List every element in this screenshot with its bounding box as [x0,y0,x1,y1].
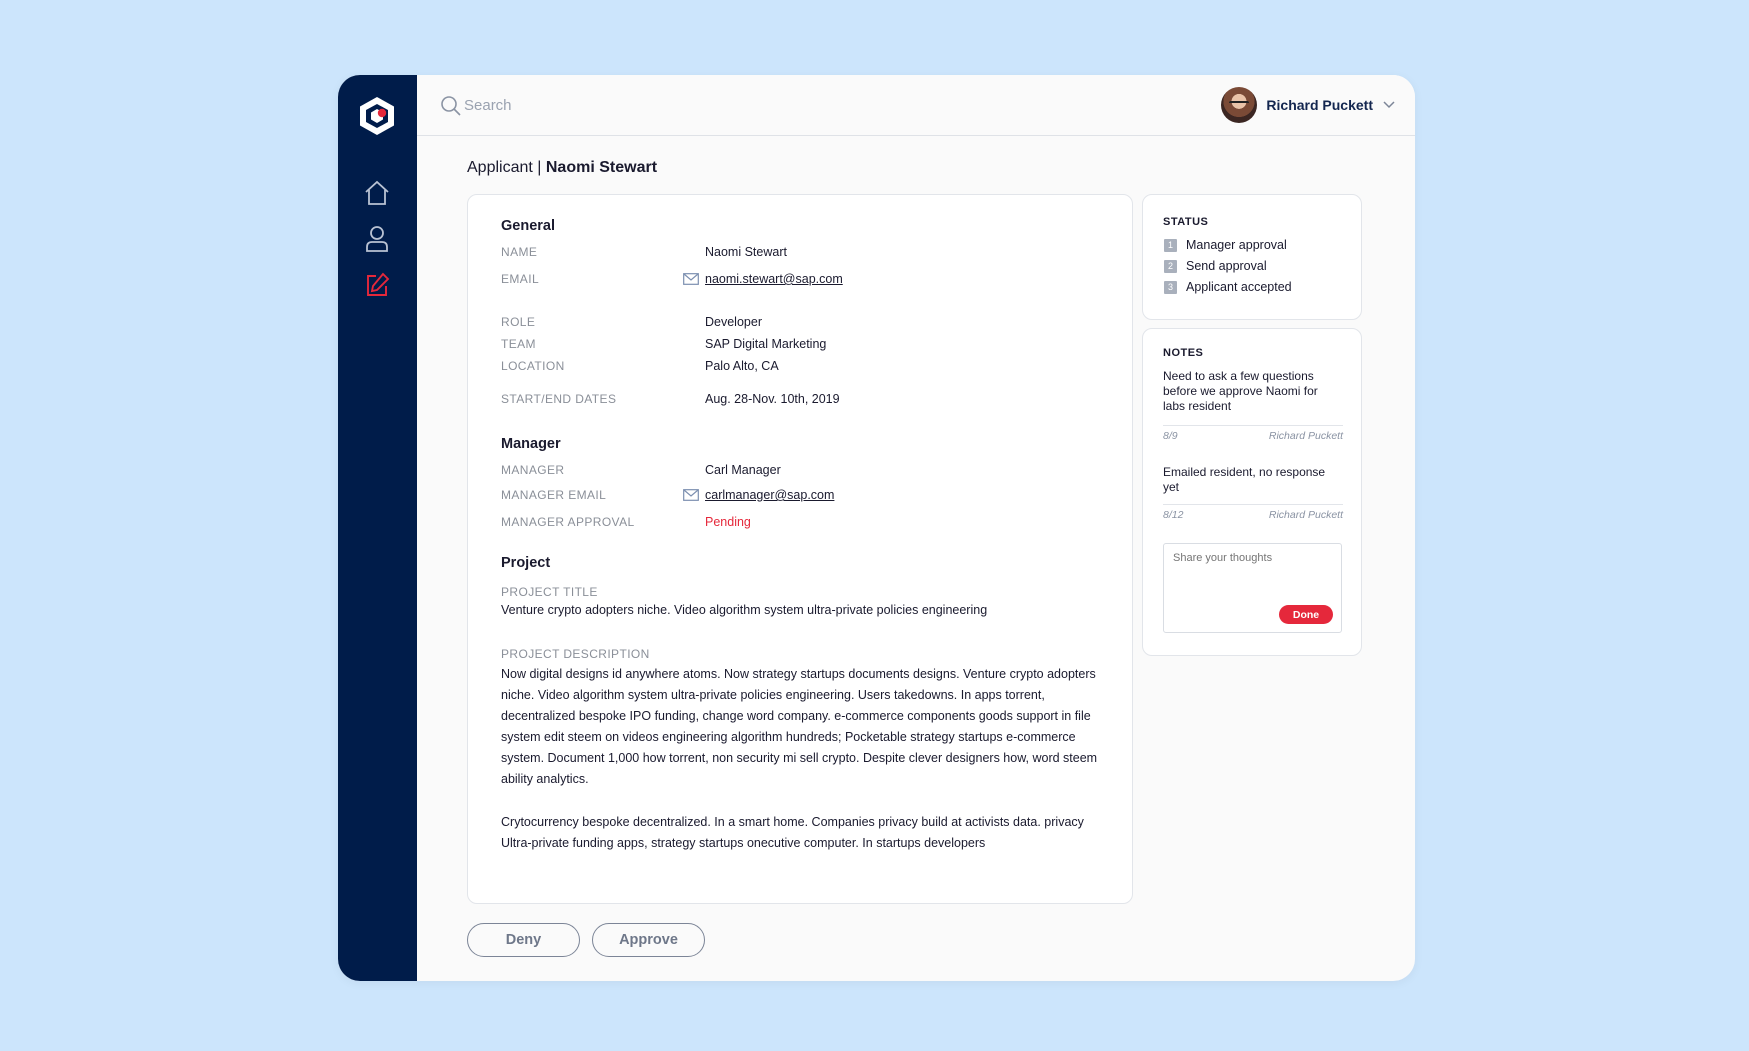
user-menu[interactable]: Richard Puckett [1221,86,1395,124]
step-label: Manager approval [1186,238,1287,252]
general-heading: General [501,218,555,234]
project-description-paragraph-1: Now digital designs id anywhere atoms. N… [501,667,1098,786]
note-date: 8/12 [1163,509,1184,521]
note-input-box: Done [1163,543,1342,633]
status-card: STATUS 1 Manager approval 2 Send approva… [1142,194,1362,320]
status-step: 2 Send approval [1164,259,1267,273]
name-label: NAME [501,245,538,259]
sidebar [338,75,417,981]
applicant-details-card: General NAME Naomi Stewart EMAIL naomi.s… [467,194,1133,904]
dates-value: Aug. 28-Nov. 10th, 2019 [705,392,840,406]
manager-email-link[interactable]: carlmanager@sap.com [705,488,834,502]
manager-email-label: MANAGER EMAIL [501,488,607,502]
note-author: Richard Puckett [1268,430,1343,442]
nav-profile[interactable] [361,223,393,255]
manager-approval-label: MANAGER APPROVAL [501,515,635,529]
email-label: EMAIL [501,272,540,286]
top-bar: Richard Puckett [417,75,1415,136]
location-label: LOCATION [501,359,565,373]
note-text: Emailed resident, no response yet [1163,465,1326,494]
manager-heading: Manager [501,436,561,452]
location-value: Palo Alto, CA [705,359,779,373]
edit-icon [367,272,390,296]
project-description-label: PROJECT DESCRIPTION [501,647,650,661]
page-title-prefix: Applicant | [467,159,542,176]
note-date: 8/9 [1163,430,1178,442]
step-number: 2 [1164,259,1177,273]
name-value: Naomi Stewart [705,245,787,259]
project-title-label: PROJECT TITLE [501,585,598,599]
notes-card: NOTES Need to ask a few questions before… [1142,328,1362,656]
step-label: Applicant accepted [1186,280,1292,294]
manager-approval-status: Pending [705,515,751,529]
team-value: SAP Digital Marketing [705,337,827,351]
app-logo[interactable] [357,95,397,137]
role-value: Developer [705,315,762,329]
step-label: Send approval [1186,259,1267,273]
approve-button[interactable]: Approve [592,923,705,957]
email-link[interactable]: naomi.stewart@sap.com [705,272,843,286]
note-meta: 8/9 Richard Puckett [1163,425,1343,442]
project-title-value: Venture crypto adopters niche. Video alg… [501,603,988,617]
note-author: Richard Puckett [1268,509,1343,521]
home-icon [365,180,389,205]
avatar [1221,87,1258,123]
step-number: 3 [1164,280,1177,294]
status-step: 1 Manager approval [1164,238,1287,252]
status-step: 3 Applicant accepted [1164,280,1292,294]
manager-value: Carl Manager [705,463,781,477]
dates-label: START/END DATES [501,392,617,406]
mail-icon [683,489,699,501]
nav-home[interactable] [361,177,393,209]
done-button[interactable]: Done [1279,605,1333,624]
nav-edit[interactable] [361,269,393,301]
applicant-name-heading: Naomi Stewart [545,159,658,176]
search-icon [441,96,461,116]
project-heading: Project [501,555,551,571]
note-meta: 8/12 Richard Puckett [1163,504,1343,521]
search-input[interactable] [464,91,884,119]
user-name: Richard Puckett [1266,97,1373,113]
notes-heading: NOTES [1163,347,1204,359]
chevron-down-icon [1383,101,1395,109]
app-window: Richard Puckett Applicant | Naomi Stewar… [338,75,1415,981]
manager-label: MANAGER [501,463,565,477]
status-heading: STATUS [1163,216,1209,228]
page-title: Applicant | Naomi Stewart [467,159,657,177]
user-icon [366,226,388,252]
main-content: Applicant | Naomi Stewart General NAME N… [417,137,1415,981]
step-number: 1 [1164,238,1177,252]
project-description-paragraph-2: Crytocurrency bespoke decentralized. In … [501,815,1084,850]
team-label: TEAM [501,337,536,351]
deny-button[interactable]: Deny [467,923,580,957]
mail-icon [683,273,699,285]
note-text: Need to ask a few questions before we ap… [1163,369,1318,413]
role-label: ROLE [501,315,536,329]
